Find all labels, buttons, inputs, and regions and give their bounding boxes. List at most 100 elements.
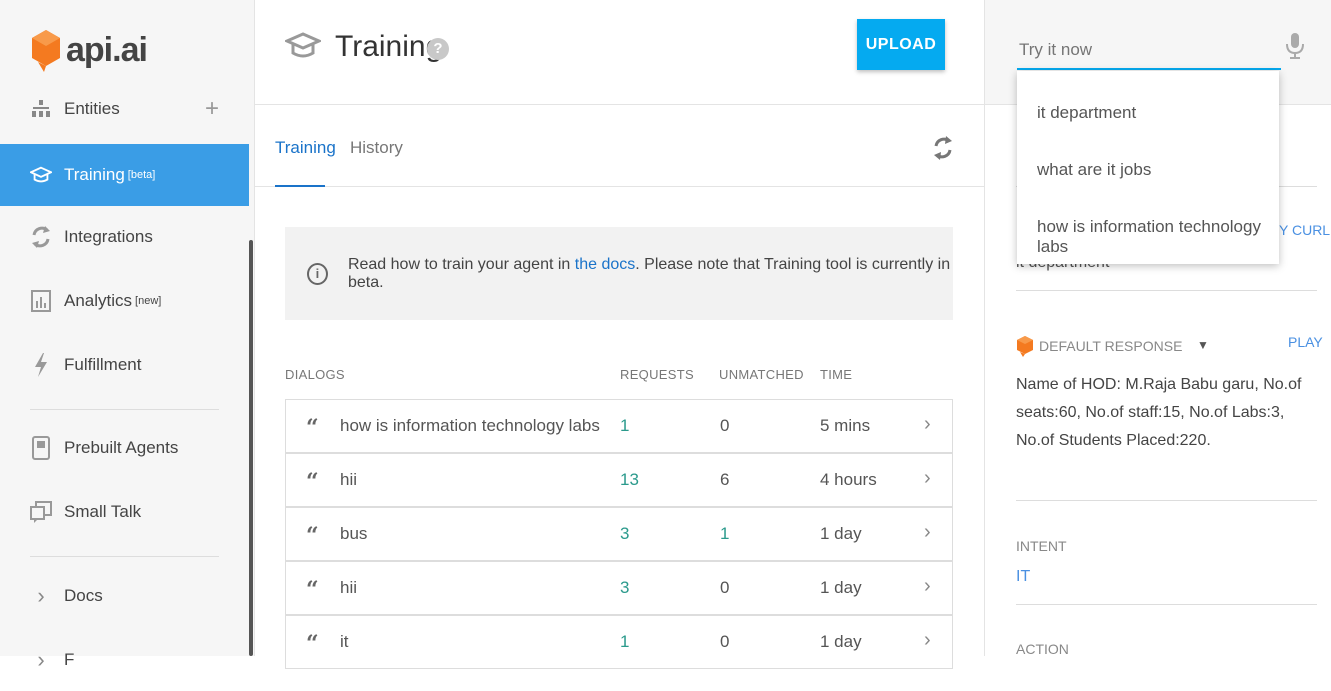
chevron-right-icon: ›: [924, 521, 931, 543]
chevron-right-icon: ›: [924, 629, 931, 651]
requests-count: 3: [620, 578, 630, 597]
suggestion-item[interactable]: what are it jobs: [1037, 160, 1151, 180]
active-tab-indicator: [275, 185, 325, 187]
quote-icon: “: [306, 631, 319, 657]
unmatched-count: 0: [720, 416, 730, 435]
sidebar-item-label: F: [64, 650, 75, 669]
graduation-cap-icon: [30, 164, 52, 186]
requests-count: 3: [620, 524, 630, 543]
info-notice: i Read how to train your agent in the do…: [285, 227, 953, 320]
sidebar-item-label: Integrations: [64, 227, 153, 246]
tab-training[interactable]: Training: [275, 138, 336, 158]
column-header-unmatched: UNMATCHED: [719, 367, 804, 382]
refresh-icon[interactable]: [932, 135, 954, 161]
sidebar-item-integrations[interactable]: Integrations: [0, 206, 249, 268]
column-header-dialogs: DIALOGS: [285, 367, 345, 382]
action-label: ACTION: [1016, 641, 1069, 657]
logo-text: api.ai: [66, 30, 148, 69]
sidebar-item-fulfillment[interactable]: Fulfillment: [0, 334, 249, 396]
dialog-text: it: [340, 632, 349, 651]
sidebar-item-prebuilt-agents[interactable]: Prebuilt Agents: [0, 417, 249, 479]
response-text: Name of HOD: M.Raja Babu garu, No.of sea…: [1016, 376, 1302, 449]
quote-icon: “: [306, 577, 319, 603]
tab-bar: Training History: [255, 105, 984, 187]
sidebar-item-label: Prebuilt Agents: [64, 438, 179, 457]
add-entity-button[interactable]: +: [205, 95, 219, 123]
table-row[interactable]: “ bus 3 1 1 day ›: [285, 507, 953, 561]
column-header-requests: REQUESTS: [620, 367, 694, 382]
sidebar-item-label: Entities: [64, 99, 120, 118]
sidebar-divider: [30, 409, 219, 410]
play-link[interactable]: PLAY: [1288, 334, 1323, 350]
time-value: 4 hours: [820, 470, 877, 489]
info-text-prefix: Read how to train your agent in: [347, 255, 575, 273]
logo-icon: [32, 30, 60, 72]
graduation-cap-icon: [285, 32, 321, 58]
upload-button[interactable]: UPLOAD: [857, 19, 945, 70]
info-icon: i: [307, 262, 328, 285]
unmatched-count: 1: [720, 524, 730, 543]
quote-icon: “: [306, 415, 319, 441]
sidebar-item-training[interactable]: Training [beta]: [0, 144, 249, 206]
dialog-text: hii: [340, 578, 358, 597]
unmatched-count: 0: [720, 632, 730, 651]
chevron-right-icon: ›: [37, 583, 45, 608]
time-value: 1 day: [820, 578, 862, 597]
sidebar-scrollbar[interactable]: [249, 240, 253, 656]
sidebar-item-partial[interactable]: › F: [0, 629, 249, 691]
dropdown-caret-icon[interactable]: ▼: [1197, 338, 1209, 352]
lightning-icon: [30, 353, 52, 377]
suggestions-dropdown: it department what are it jobs how is in…: [1017, 71, 1279, 264]
info-text: Read how to train your agent in the docs…: [348, 256, 953, 292]
requests-count: 13: [620, 470, 639, 489]
suggestion-item[interactable]: it department: [1037, 103, 1136, 123]
help-icon[interactable]: ?: [427, 38, 449, 60]
try-it-input[interactable]: [1017, 32, 1281, 70]
sidebar-item-entities[interactable]: Entities +: [0, 78, 249, 140]
chevron-right-icon: ›: [924, 575, 931, 597]
unmatched-count: 0: [720, 578, 730, 597]
divider: [1016, 290, 1317, 291]
sidebar-item-label: Training: [64, 165, 125, 184]
analytics-icon: [30, 290, 52, 312]
new-badge: [new]: [135, 295, 162, 307]
sidebar-item-docs[interactable]: › Docs: [0, 565, 249, 627]
chevron-right-icon: ›: [37, 647, 45, 672]
sidebar-item-label: Small Talk: [64, 502, 142, 521]
beta-badge: [beta]: [127, 169, 156, 181]
intent-value-link[interactable]: IT: [1016, 568, 1030, 586]
sidebar-item-label: Docs: [64, 586, 103, 605]
requests-count: 1: [620, 632, 630, 651]
table-row[interactable]: “ hii 3 0 1 day ›: [285, 561, 953, 615]
intent-label: INTENT: [1016, 538, 1067, 554]
sidebar-item-small-talk[interactable]: Small Talk: [0, 481, 249, 543]
page-header: Training ? UPLOAD: [255, 0, 984, 105]
chevron-right-icon: ›: [924, 467, 931, 489]
table-row[interactable]: “ hii 13 6 4 hours ›: [285, 453, 953, 507]
time-value: 1 day: [820, 632, 862, 651]
column-header-time: TIME: [820, 367, 853, 382]
suggestion-item[interactable]: how is information technology labs: [1037, 217, 1279, 257]
microphone-icon[interactable]: [1285, 32, 1305, 60]
integrations-icon: [30, 226, 52, 248]
logo[interactable]: api.ai: [30, 22, 148, 78]
table-row[interactable]: “ how is information technology labs 1 0…: [285, 399, 953, 453]
divider: [1016, 604, 1317, 605]
dialog-text: bus: [340, 524, 368, 543]
time-value: 5 mins: [820, 416, 871, 435]
quote-icon: “: [306, 523, 319, 549]
sidebar-item-analytics[interactable]: Analytics [new]: [0, 270, 249, 332]
dialog-text: how is information technology labs: [340, 416, 600, 435]
tab-history[interactable]: History: [350, 138, 403, 158]
unmatched-count: 6: [720, 470, 730, 489]
entities-icon: [30, 98, 52, 120]
dialog-text: hii: [340, 470, 358, 489]
default-response-label: DEFAULT RESPONSE: [1039, 338, 1183, 354]
quote-icon: “: [306, 469, 319, 495]
requests-count: 1: [620, 416, 630, 435]
chat-icon: [30, 501, 52, 523]
sidebar-item-label: Fulfillment: [64, 355, 142, 374]
docs-link[interactable]: the docs: [575, 256, 635, 273]
table-row[interactable]: “ it 1 0 1 day ›: [285, 615, 953, 669]
copy-curl-link[interactable]: Y CURL: [1279, 222, 1330, 238]
